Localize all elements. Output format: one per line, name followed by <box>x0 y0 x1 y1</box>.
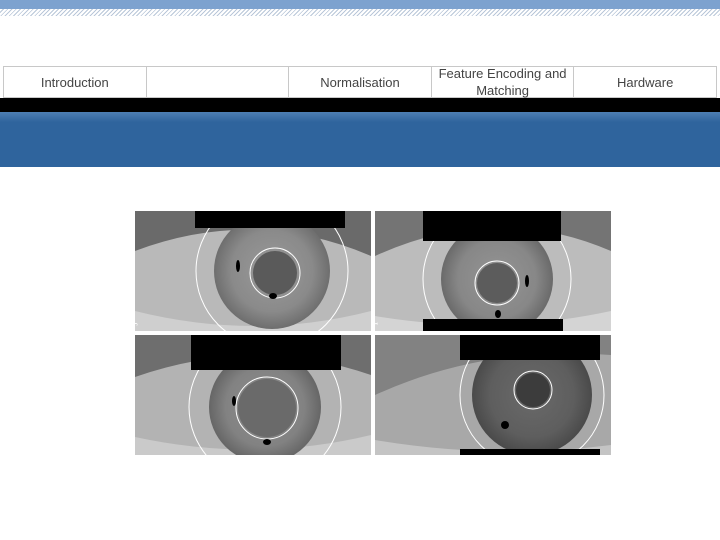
tab-hardware[interactable]: Hardware <box>574 67 716 97</box>
eye-image-icon <box>135 211 371 331</box>
eye-image-icon <box>375 211 611 331</box>
iris-image-ra201b: ra201b <box>135 335 371 455</box>
tab-blank[interactable] <box>147 67 290 97</box>
iris-image-pi201a: pi201a <box>375 211 611 331</box>
eye-image-icon <box>375 335 611 455</box>
panel-label: jo201b <box>135 292 138 325</box>
tab-normalisation[interactable]: Normalisation <box>289 67 432 97</box>
top-decorative-stripe <box>0 0 720 16</box>
black-divider-bar <box>0 98 720 112</box>
title-banner <box>0 112 720 167</box>
eye-image-icon <box>135 335 371 455</box>
tab-feature-encoding-and-matching[interactable]: Feature Encoding and Matching <box>432 66 575 98</box>
iris-image-bo201e: bo201e <box>375 335 611 455</box>
nav-tab-bar: Introduction Normalisation Feature Encod… <box>3 66 717 98</box>
panel-label: pi201a <box>375 293 378 325</box>
tab-introduction[interactable]: Introduction <box>4 67 147 97</box>
iris-image-jo201b: jo201b <box>135 211 371 331</box>
iris-segmentation-figure: jo201b pi201a ra201b bo201e <box>135 211 611 455</box>
panel-label: bo201e <box>375 414 378 449</box>
panel-label: ra201b <box>135 416 138 449</box>
